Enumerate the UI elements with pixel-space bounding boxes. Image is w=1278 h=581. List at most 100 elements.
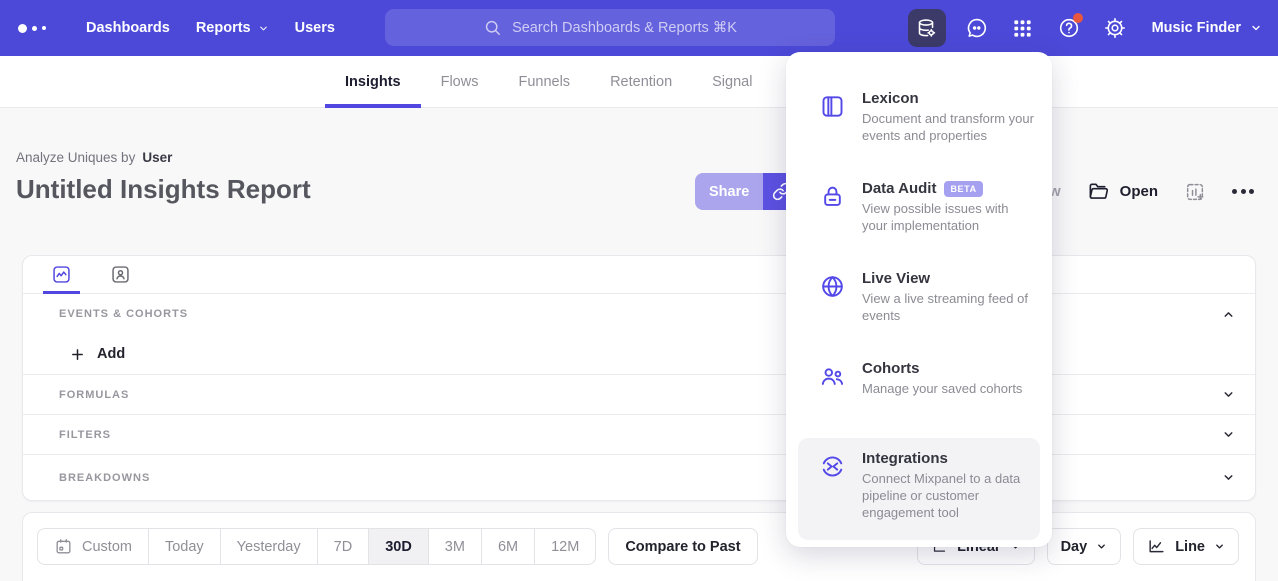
line-chart-icon: [1147, 537, 1166, 556]
analyze-prefix: Analyze Uniques by: [16, 150, 135, 165]
range-30d[interactable]: 30D: [368, 529, 428, 564]
add-event-row: Add: [23, 334, 1255, 374]
menu-item-live-view[interactable]: Live View View a live streaming feed of …: [786, 258, 1052, 342]
report-tabbar: Insights Flows Funnels Retention Signal …: [0, 56, 1278, 108]
tab-retention[interactable]: Retention: [590, 56, 692, 107]
mixpanel-logo-icon[interactable]: [18, 24, 60, 33]
analyze-breadcrumb: Analyze Uniques by User: [16, 150, 172, 165]
tab-label: Flows: [441, 74, 479, 90]
nav-reports[interactable]: Reports: [196, 20, 269, 36]
cohorts-people-icon: [818, 362, 846, 390]
range-label: 6M: [498, 539, 518, 555]
tab-label: Insights: [345, 74, 401, 90]
interval-label: Day: [1061, 539, 1088, 555]
search-input[interactable]: Search Dashboards & Reports ⌘K: [385, 9, 835, 46]
range-today[interactable]: Today: [148, 529, 220, 564]
add-button[interactable]: Add: [97, 346, 125, 362]
tab-events-metrics[interactable]: [43, 256, 80, 293]
page-title[interactable]: Untitled Insights Report: [16, 174, 311, 205]
section-label: EVENTS & COHORTS: [59, 308, 188, 320]
range-label: 3M: [445, 539, 465, 555]
section-filters[interactable]: FILTERS: [23, 414, 1255, 454]
calendar-icon: [54, 537, 73, 556]
range-3m[interactable]: 3M: [428, 529, 481, 564]
range-label: Yesterday: [237, 539, 301, 555]
help-button[interactable]: [1054, 9, 1084, 47]
range-custom[interactable]: Custom: [38, 529, 148, 564]
range-label: 12M: [551, 539, 579, 555]
menu-item-description: View possible issues with your implement…: [862, 200, 1036, 234]
section-label: BREAKDOWNS: [59, 472, 150, 484]
menu-item-description: Connect Mixpanel to a data pipeline or c…: [862, 470, 1028, 521]
nav-dashboards[interactable]: Dashboards: [86, 20, 170, 36]
section-events-cohorts[interactable]: EVENTS & COHORTS: [23, 294, 1255, 334]
project-switcher[interactable]: Music Finder: [1152, 20, 1262, 36]
chevron-up-icon[interactable]: [1222, 308, 1235, 321]
section-formulas[interactable]: FORMULAS: [23, 374, 1255, 414]
analyze-entity[interactable]: User: [142, 150, 172, 165]
section-label: FORMULAS: [59, 389, 129, 401]
open-button[interactable]: Open: [1087, 180, 1158, 203]
app-window: Dashboards Reports Users Search Dashboar…: [0, 0, 1278, 581]
chevron-down-icon[interactable]: [1222, 471, 1235, 484]
range-label: Custom: [82, 539, 132, 555]
data-management-dropdown: Lexicon Document and transform your even…: [786, 52, 1052, 547]
nav-users[interactable]: Users: [295, 20, 335, 36]
section-breakdowns[interactable]: BREAKDOWNS: [23, 454, 1255, 500]
add-to-board-button[interactable]: [1184, 181, 1206, 203]
range-12m[interactable]: 12M: [534, 529, 595, 564]
chevron-down-icon[interactable]: [1222, 428, 1235, 441]
share-button[interactable]: Share: [695, 173, 763, 210]
share-button-group: Share: [695, 173, 800, 210]
more-options-button[interactable]: [1232, 189, 1254, 194]
menu-item-integrations[interactable]: Integrations Connect Mixpanel to a data …: [798, 438, 1040, 540]
lexicon-icon: [818, 92, 846, 120]
chart-type-dropdown[interactable]: Line: [1133, 528, 1239, 565]
chevron-down-icon[interactable]: [1222, 388, 1235, 401]
range-label: Today: [165, 539, 204, 555]
settings-icon: [1103, 16, 1127, 40]
data-management-icon: [915, 17, 938, 40]
compare-label: Compare to Past: [625, 539, 740, 555]
interval-dropdown[interactable]: Day: [1047, 528, 1122, 565]
chevron-down-icon: [1096, 541, 1107, 552]
tab-user-profiles[interactable]: [102, 256, 139, 293]
report-actions: New Open: [1030, 173, 1254, 210]
menu-item-title: Lexicon: [862, 90, 919, 107]
menu-item-lexicon[interactable]: Lexicon Document and transform your even…: [786, 78, 1052, 162]
beta-badge: BETA: [944, 181, 982, 197]
apps-grid-icon: [1011, 17, 1034, 40]
compare-to-past-button[interactable]: Compare to Past: [608, 528, 757, 565]
live-view-globe-icon: [818, 272, 846, 300]
settings-button[interactable]: [1100, 9, 1130, 47]
range-7d[interactable]: 7D: [317, 529, 369, 564]
range-label: 7D: [334, 539, 353, 555]
tab-insights[interactable]: Insights: [325, 56, 421, 107]
messages-icon: [965, 16, 989, 40]
menu-item-data-audit[interactable]: Data Audit BETA View possible issues wit…: [786, 168, 1052, 252]
notification-badge: [1073, 13, 1083, 23]
tab-signal[interactable]: Signal: [692, 56, 772, 107]
open-label: Open: [1120, 183, 1158, 200]
menu-item-cohorts[interactable]: Cohorts Manage your saved cohorts: [786, 348, 1052, 432]
chevron-down-icon: [1250, 22, 1262, 34]
builder-icon-tabs: [23, 256, 1255, 294]
menu-item-title: Data Audit: [862, 180, 936, 197]
menu-item-title: Integrations: [862, 450, 948, 467]
range-label: 30D: [385, 539, 412, 555]
search-placeholder: Search Dashboards & Reports ⌘K: [512, 20, 737, 36]
chart-tab-icon: [51, 264, 72, 285]
apps-grid-button[interactable]: [1008, 9, 1038, 47]
tab-label: Signal: [712, 74, 752, 90]
range-yesterday[interactable]: Yesterday: [220, 529, 317, 564]
tab-funnels[interactable]: Funnels: [498, 56, 590, 107]
data-audit-icon: [818, 182, 846, 210]
data-management-button[interactable]: [908, 9, 946, 47]
tab-label: Funnels: [518, 74, 570, 90]
top-nav: Dashboards Reports Users Search Dashboar…: [0, 0, 1278, 56]
menu-item-title: Cohorts: [862, 360, 920, 377]
tab-flows[interactable]: Flows: [421, 56, 499, 107]
messages-button[interactable]: [962, 9, 992, 47]
menu-item-description: Manage your saved cohorts: [862, 380, 1022, 397]
range-6m[interactable]: 6M: [481, 529, 534, 564]
